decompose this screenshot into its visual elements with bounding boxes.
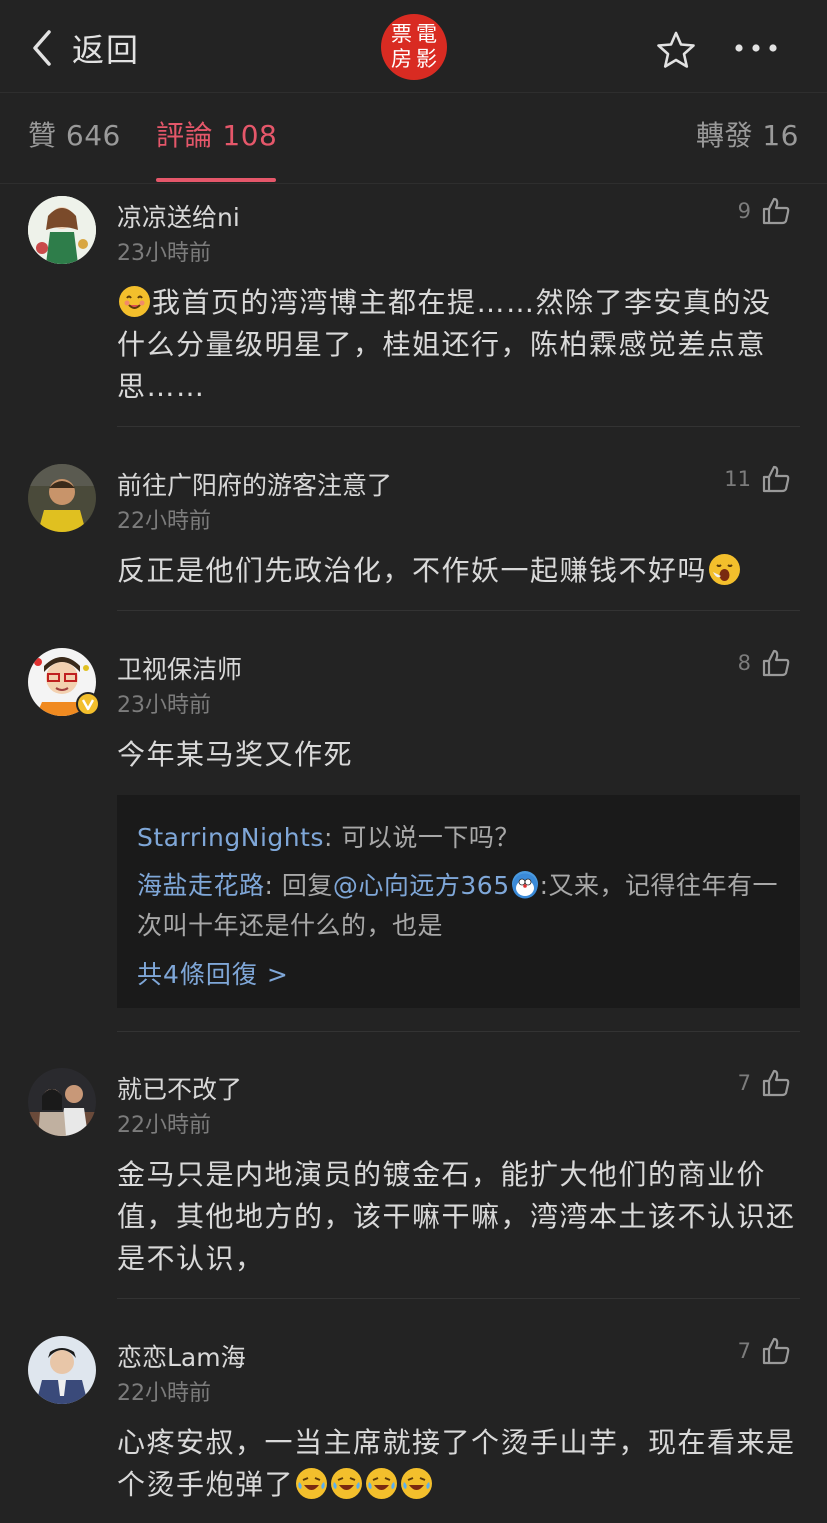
username[interactable]: 就已不改了 (117, 1070, 242, 1106)
back-label: 返回 (72, 31, 141, 69)
divider (117, 1031, 800, 1032)
like-button[interactable]: 8 (738, 648, 791, 678)
comment-body: 金马只是内地演员的镀金石，能扩大他们的商业价值，其他地方的，该干嘛干嘛，湾湾本土… (117, 1158, 796, 1275)
active-tab-indicator (156, 178, 276, 182)
yawning-face-emoji-icon (709, 554, 741, 585)
crying-laughing-emoji-icon (296, 1468, 328, 1499)
app-logo: 票 電 房 影 (381, 14, 447, 80)
username[interactable]: 卫视保洁师 (117, 650, 242, 686)
avatar[interactable] (28, 1068, 96, 1136)
timestamp: 22小時前 (117, 509, 211, 534)
username[interactable]: 恋恋Lam海 (117, 1338, 246, 1374)
top-bar: 返回 票 電 房 影 (0, 0, 827, 93)
logo-char: 電 (416, 22, 437, 46)
logo-char: 影 (416, 47, 437, 71)
avatar-image (28, 196, 96, 264)
like-count: 8 (737, 651, 751, 675)
avatar[interactable] (28, 1336, 96, 1404)
comment-text: 反正是他们先政治化，不作妖一起赚钱不好吗 (117, 550, 797, 592)
tab-reposts[interactable]: 轉發 16 (696, 114, 799, 154)
like-count: 7 (737, 1339, 751, 1363)
doraemon-emoji-icon (511, 871, 538, 899)
username[interactable]: 凉凉送给ni (117, 198, 240, 234)
comment-text: 今年某马奖又作死 (117, 734, 797, 776)
logo-char: 票 (391, 22, 412, 46)
comment-text: 心疼安叔，一当主席就接了个烫手山芋，现在看来是个烫手炮弹了 (117, 1422, 797, 1506)
avatar[interactable] (28, 648, 100, 716)
comment-text: 金马只是内地演员的镀金石，能扩大他们的商业价值，其他地方的，该干嘛干嘛，湾湾本土… (117, 1154, 797, 1280)
divider (117, 426, 800, 427)
like-button[interactable]: 7 (738, 1068, 791, 1098)
reply-mention[interactable]: @心向远方365 (333, 871, 510, 900)
like-button[interactable]: 11 (724, 464, 791, 494)
like-count: 11 (724, 467, 751, 491)
reply-text: : 回复 (264, 871, 333, 900)
username[interactable]: 前往广阳府的游客注意了 (117, 466, 392, 502)
like-button[interactable]: 9 (738, 196, 791, 226)
tab-comments[interactable]: 評論 108 (156, 114, 277, 154)
reply-username[interactable]: StarringNights (137, 823, 324, 852)
thumbs-up-icon (762, 1337, 790, 1365)
comment-body: 今年某马奖又作死 (117, 738, 354, 771)
avatar-image (28, 464, 96, 532)
tab-likes[interactable]: 贊 646 (28, 114, 121, 154)
yummy-face-emoji-icon (119, 286, 150, 317)
comment-body: 我首页的湾湾博主都在提……然除了李安真的没什么分量级明星了，桂姐还行，陈柏霖感觉… (117, 286, 772, 403)
comment-body: 心疼安叔，一当主席就接了个烫手山芋，现在看来是个烫手炮弹了 (117, 1426, 796, 1501)
thumbs-up-icon (762, 649, 790, 677)
crying-laughing-emoji-icon (401, 1468, 433, 1499)
verified-badge-icon (76, 692, 100, 716)
replies-box[interactable]: StarringNights: 可以说一下吗？ 海盐走花路: 回复@心向远方36… (117, 795, 800, 1008)
reply-item: 海盐走花路: 回复@心向远方365 :又来，记得往年有一次叫十年还是什么的，也是 (137, 866, 787, 946)
thumbs-up-icon (762, 197, 790, 225)
thumbs-up-icon (762, 1069, 790, 1097)
view-all-replies-link[interactable]: 共4條回復 > (137, 955, 289, 991)
reply-text: : 可以说一下吗？ (323, 823, 520, 852)
divider (117, 610, 800, 611)
crying-laughing-emoji-icon (331, 1468, 363, 1499)
timestamp: 23小時前 (117, 693, 211, 718)
reply-username[interactable]: 海盐走花路 (137, 871, 265, 900)
like-count: 9 (737, 199, 751, 223)
like-button[interactable]: 7 (738, 1336, 791, 1366)
avatar-image (28, 1336, 96, 1404)
logo-char: 房 (391, 47, 412, 71)
reply-item: StarringNights: 可以说一下吗？ (137, 818, 787, 858)
like-count: 7 (737, 1071, 751, 1095)
avatar[interactable] (28, 464, 96, 532)
thumbs-up-icon (762, 465, 790, 493)
avatar[interactable] (28, 196, 96, 264)
timestamp: 22小時前 (117, 1113, 211, 1138)
comment-text: 我首页的湾湾博主都在提……然除了李安真的没什么分量级明星了，桂姐还行，陈柏霖感觉… (117, 282, 797, 408)
timestamp: 23小時前 (117, 241, 211, 266)
tab-bar: 贊 646 評論 108 轉發 16 (0, 94, 827, 184)
avatar-image (28, 1068, 96, 1136)
comment-body: 反正是他们先政治化，不作妖一起赚钱不好吗 (117, 554, 708, 587)
timestamp: 22小時前 (117, 1381, 211, 1406)
star-icon[interactable] (656, 30, 696, 70)
back-button[interactable]: 返回 (30, 24, 140, 72)
crying-laughing-emoji-icon (366, 1468, 398, 1499)
chevron-left-icon (33, 30, 51, 66)
more-icon[interactable] (733, 36, 779, 60)
divider (117, 1298, 800, 1299)
